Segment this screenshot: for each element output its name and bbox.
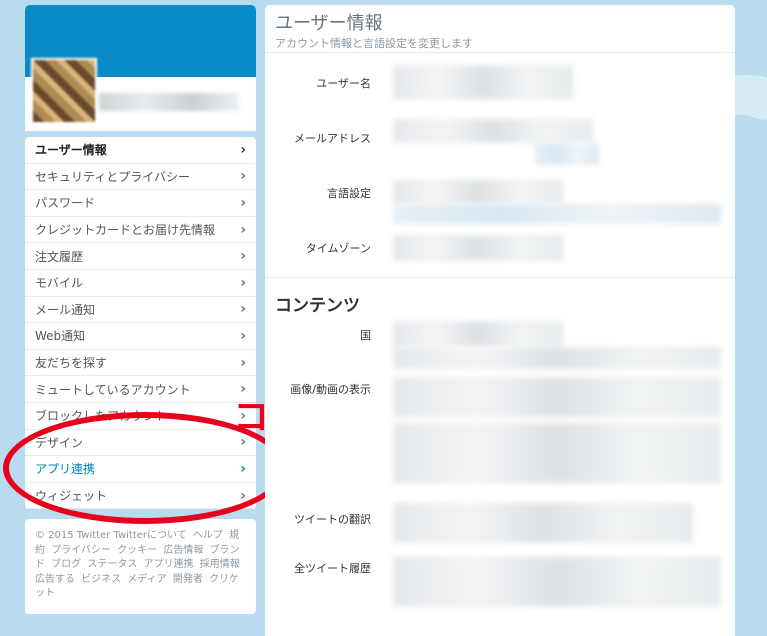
footer-link[interactable]: 採用情報	[200, 559, 240, 570]
footer-link[interactable]: ヘルプ	[193, 530, 223, 541]
footer-link[interactable]: 広告する	[35, 574, 75, 585]
chevron-right-icon: ›	[240, 327, 246, 344]
menu-item-email-notifications[interactable]: メール通知 ›	[25, 297, 256, 324]
menu-item-label: モバイル	[35, 276, 84, 291]
country-label: 国	[360, 329, 371, 342]
account-settings-panel: ユーザー情報 アカウント情報と言語設定を変更します ユーザー名 メールアドレス …	[265, 5, 735, 636]
footer-link[interactable]: 広告情報	[163, 545, 203, 556]
media-option-blurred[interactable]	[393, 377, 721, 417]
email-link-blurred[interactable]	[535, 143, 599, 165]
footer-link[interactable]: プライバシー	[51, 545, 111, 556]
section-divider	[265, 277, 735, 278]
translation-label: ツイートの翻訳	[294, 513, 371, 526]
menu-item-label: ユーザー情報	[35, 143, 107, 158]
menu-item-label: ミュートしているアカウント	[35, 382, 191, 397]
panel-header: ユーザー情報 アカウント情報と言語設定を変更します	[265, 5, 735, 53]
menu-item-security[interactable]: セキュリティとプライバシー ›	[25, 164, 256, 191]
media-option-blurred[interactable]	[393, 423, 721, 483]
menu-item-find-friends[interactable]: 友だちを探す ›	[25, 350, 256, 377]
chevron-right-icon: ›	[240, 168, 246, 185]
chevron-right-icon: ›	[240, 248, 246, 265]
translation-option-blurred[interactable]	[393, 503, 693, 543]
footer-link[interactable]: ステータス	[87, 559, 137, 570]
timezone-select[interactable]	[393, 235, 563, 261]
footer-copyright: © 2015 Twitter	[35, 530, 111, 541]
language-help-blurred	[393, 204, 721, 224]
menu-item-orders[interactable]: 注文履歴 ›	[25, 243, 256, 270]
menu-item-muted[interactable]: ミュートしているアカウント ›	[25, 376, 256, 403]
menu-item-label: 注文履歴	[35, 249, 84, 264]
menu-item-password[interactable]: パスワード ›	[25, 190, 256, 217]
chevron-right-icon: ›	[240, 221, 246, 238]
email-label: メールアドレス	[294, 132, 371, 145]
menu-item-label: メール通知	[35, 302, 96, 317]
footer-link[interactable]: 開発者	[173, 574, 203, 585]
chevron-right-icon: ›	[240, 354, 246, 371]
menu-item-label: 友だちを探す	[35, 356, 108, 371]
username-field[interactable]	[393, 65, 573, 99]
site-footer: © 2015 Twitter Twitterについて ヘルプ 規約 プライバシー…	[25, 519, 256, 614]
media-label: 画像/動画の表示	[290, 383, 371, 396]
menu-item-label: パスワード	[35, 196, 96, 211]
menu-item-mobile[interactable]: モバイル ›	[25, 270, 256, 297]
chevron-right-icon: ›	[240, 301, 246, 318]
profile-card[interactable]	[25, 5, 256, 131]
avatar[interactable]	[31, 58, 97, 124]
menu-item-account[interactable]: ユーザー情報 ›	[25, 137, 256, 164]
chevron-right-icon: ›	[240, 141, 246, 158]
menu-item-cards[interactable]: クレジットカードとお届け先情報 ›	[25, 217, 256, 244]
archive-option-blurred[interactable]	[393, 557, 721, 607]
page-subtitle: アカウント情報と言語設定を変更します	[275, 37, 473, 50]
footer-link[interactable]: ビジネス	[81, 574, 121, 585]
timezone-label: タイムゾーン	[305, 242, 371, 255]
email-field[interactable]	[393, 119, 593, 143]
footer-link[interactable]: ブログ	[51, 559, 81, 570]
page-title: ユーザー情報	[275, 13, 383, 34]
country-select[interactable]	[393, 321, 563, 347]
menu-item-web-notifications[interactable]: Web通知 ›	[25, 323, 256, 350]
chevron-right-icon: ›	[240, 274, 246, 291]
footer-link[interactable]: Twitterについて	[114, 530, 187, 541]
country-help-blurred	[393, 347, 721, 369]
footer-link[interactable]: アプリ連携	[144, 559, 194, 570]
footer-link[interactable]: クッキー	[117, 545, 157, 556]
menu-item-label: Web通知	[35, 329, 86, 344]
username-label: ユーザー名	[316, 77, 371, 90]
menu-item-label: セキュリティとプライバシー	[35, 169, 191, 184]
chevron-right-icon: ›	[240, 194, 246, 211]
section-title-contents: コンテンツ	[275, 296, 360, 316]
language-label: 言語設定	[327, 187, 371, 200]
profile-name-blurred	[99, 93, 239, 111]
menu-item-label: クレジットカードとお届け先情報	[35, 223, 216, 238]
footer-link[interactable]: メディア	[127, 574, 166, 585]
language-select[interactable]	[393, 180, 563, 204]
archive-label: 全ツイート履歴	[294, 562, 371, 575]
